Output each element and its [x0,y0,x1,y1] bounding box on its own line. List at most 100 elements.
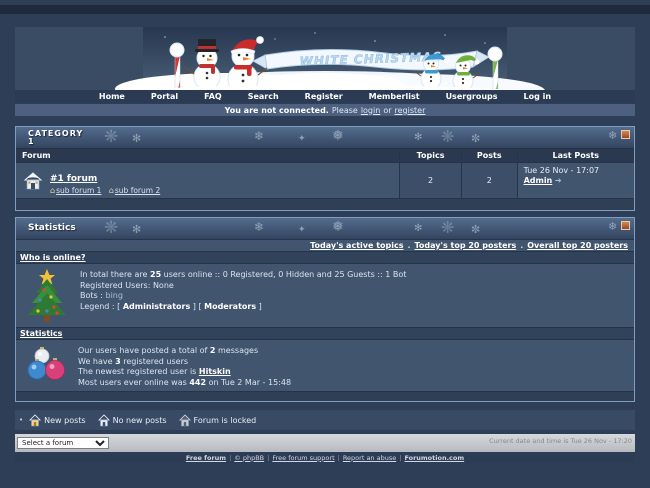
current-datetime: Current date and time is Tue 26 Nov - 17… [489,437,632,445]
statistics-sub-link[interactable]: Statistics [20,329,62,338]
footer-phpbb-link[interactable]: © phpBB [234,454,264,462]
legend-line: Legend : [ Administrators ] [ Moderators… [80,302,406,313]
nav-login[interactable]: Log in [524,92,552,101]
record-count: 442 [189,378,206,387]
banner-image: WHITE CHRISTMAS [15,27,635,90]
register-link[interactable]: register [395,106,426,115]
snowflake-icon: ✼ [471,223,480,236]
legend-bracket: [ [198,302,201,311]
main-navigation: Home Portal FAQ Search Register Memberli… [15,90,635,103]
snowflake-icon: ✻ [414,223,422,234]
legend-label: Legend : [80,302,115,311]
column-topics: Topics [399,151,461,160]
statistics-links-row: Today's active topics . Today's top 20 p… [16,240,634,252]
messages-post: messages [215,346,258,355]
online-total-count: 25 [150,270,161,279]
members-pre: We have [78,357,115,366]
moderators-link[interactable]: Moderators [204,302,256,311]
top-posters-overall-link[interactable]: Overall top 20 posters [527,241,628,250]
snowflake-icon: ❋ [441,218,454,237]
nav-faq[interactable]: FAQ [204,92,222,101]
nav-home[interactable]: Home [99,92,125,101]
legend-no-new-posts: No new posts [98,414,167,427]
posts-count: 2 [461,163,517,198]
legend-new-posts: New posts [29,414,85,427]
nav-portal[interactable]: Portal [151,92,178,101]
new-posts-label: New posts [44,416,85,425]
snowflake-icon: ❄ [254,129,264,143]
connection-status-bar: You are not connected. Please login or r… [15,104,635,116]
statistics-subheading-row: Statistics [16,328,634,340]
footer-links: Free forum | © phpBB | Free forum suppor… [15,452,635,463]
last-post-date: Tue 26 Nov - 17:07 [524,166,634,176]
last-post-cell: Tue 26 Nov - 17:07 Admin ➔ [517,163,634,198]
snowflake-icon: ✻ [132,223,141,236]
bots-value: bing [105,291,122,300]
subforum-list: ⌂sub forum 1 ⌂sub forum 2 [50,186,160,195]
forum-status-icon [22,171,44,191]
post-legend-bar: • New posts No new posts [15,410,635,430]
forum-table-header: Forum Topics Posts Last Posts [16,149,634,162]
statistics-footer-strip [16,392,634,401]
statistics-text: Our users have posted a total of 2 messa… [78,343,291,388]
link-separator: . [407,241,410,250]
snowflake-icon: ❅ [332,219,344,235]
content-wrapper: WHITE CHRISTMAS [15,27,635,463]
snowflake-icon: ❋ [104,218,118,238]
forum-locked-label: Forum is locked [194,416,257,425]
column-posts: Posts [461,151,517,160]
snowflake-icon: ✻ [414,132,422,143]
forum-name-link[interactable]: #1 forum [50,174,97,184]
topics-count: 2 [399,163,461,198]
forum-page: WHITE CHRISTMAS [0,0,650,488]
record-pre: Most users ever online was [78,378,189,387]
collapse-statistics-icon[interactable] [621,221,630,230]
record-online-line: Most users ever online was 442 on Tue 2 … [78,378,291,389]
footer-forumotion-link[interactable]: Forumotion.com [404,454,464,462]
statistics-content: Our users have posted a total of 2 messa… [16,340,634,392]
forum-info: #1 forum ⌂sub forum 1 ⌂sub forum 2 [50,166,160,195]
bots-label: Bots : [80,291,103,300]
nav-memberlist[interactable]: Memberlist [369,92,420,101]
administrators-link[interactable]: Administrators [123,302,190,311]
who-is-online-content: In total there are 25 users online :: 0 … [16,264,634,328]
nav-register[interactable]: Register [305,92,343,101]
column-last-posts: Last Posts [517,151,634,160]
footer-abuse-link[interactable]: Report an abuse [343,454,396,462]
bots-line: Bots : bing [80,291,406,302]
category-footer-strip [16,198,634,210]
last-post-author-link[interactable]: Admin [524,176,553,185]
footer-free-forum-link[interactable]: Free forum [186,454,226,462]
goto-last-post-icon[interactable]: ➔ [555,176,562,186]
forum-select[interactable]: Select a forum [17,437,109,449]
category-header: Category 1 ❋ ✻ ❄ ✦ ❅ ✻ ❋ ✼ ❄ [16,127,634,149]
online-total-pre: In total there are [80,270,150,279]
registered-users-line: Registered Users: None [80,281,406,292]
subforum-icon: ⌂ [109,186,114,195]
top-posters-today-link[interactable]: Today's top 20 posters [415,241,517,250]
nav-search[interactable]: Search [248,92,279,101]
newest-member-link[interactable]: Hitskin [199,367,231,376]
link-separator: . [520,241,523,250]
footer-support-link[interactable]: Free forum support [272,454,334,462]
active-topics-link[interactable]: Today's active topics [310,241,403,250]
subforum-link-2[interactable]: sub forum 2 [115,186,160,195]
subforum-icon: ⌂ [50,186,55,195]
subforum-link-1[interactable]: sub forum 1 [56,186,101,195]
no-new-posts-icon [98,414,110,427]
baubles-icon [26,347,68,381]
login-link[interactable]: login [361,106,381,115]
snowflake-icon: ❄ [608,129,617,142]
collapse-category-icon[interactable] [621,130,630,139]
legend-bullet: • [19,416,23,424]
legend-bracket: ] [259,302,262,311]
footer-separator: | [267,454,269,462]
who-is-online-link[interactable]: Who is online? [20,253,86,262]
messages-line: Our users have posted a total of 2 messa… [78,346,291,357]
newest-pre: The newest registered user is [78,367,199,376]
newest-member-line: The newest registered user is Hitskin [78,367,291,378]
nav-usergroups[interactable]: Usergroups [446,92,498,101]
members-line: We have 3 registered users [78,357,291,368]
online-total-post: users online :: 0 Registered, 0 Hidden a… [161,270,406,279]
forum-row: #1 forum ⌂sub forum 1 ⌂sub forum 2 2 2 T… [16,162,634,198]
